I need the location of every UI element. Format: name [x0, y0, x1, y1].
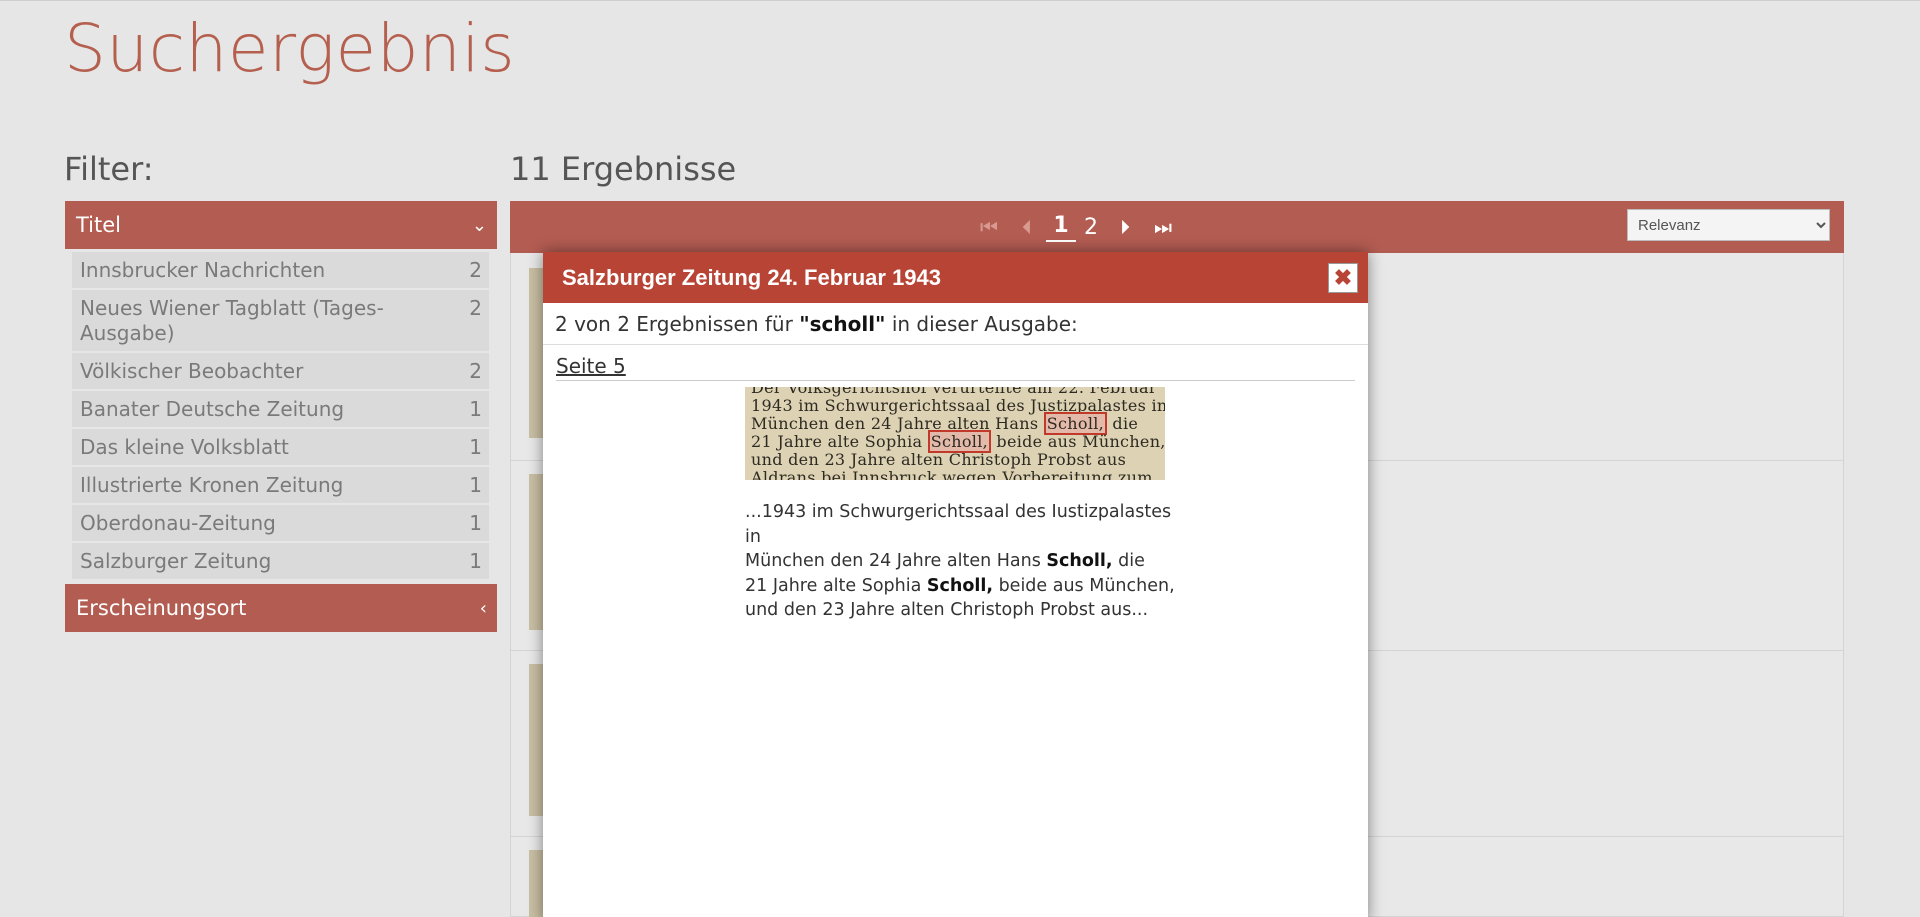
image-line: 21 Jahre alte Sophia Scholl, beide aus M… — [751, 430, 1165, 453]
facet-item-label: Innsbrucker Nachrichten — [80, 258, 326, 282]
chevron-down-icon: ⌄ — [471, 214, 487, 236]
facet-item-count: 2 — [469, 296, 482, 320]
previous-page-icon[interactable]: ⏴ — [1008, 215, 1046, 239]
results-count-heading: 11 Ergebnisse — [510, 150, 737, 188]
search-term: "scholl" — [799, 311, 886, 336]
snippet-line: und den 23 Jahre alten Christoph Probst … — [745, 600, 1149, 620]
result-thumbnail[interactable] — [529, 268, 543, 438]
facet-item-count: 1 — [469, 473, 482, 497]
image-text: die — [1107, 414, 1139, 433]
result-thumbnail[interactable] — [529, 474, 543, 630]
facet-item[interactable]: Oberdonau-Zeitung 1 — [72, 505, 489, 543]
issue-hits-dialog: Salzburger Zeitung 24. Februar 1943 ✖ 2 … — [543, 252, 1368, 917]
snippet-line: ...1943 im Schwurgerichtssaal des Iustiz… — [745, 502, 1172, 547]
snippet-highlight: Scholl, — [926, 575, 993, 596]
result-thumbnail[interactable] — [529, 664, 543, 816]
snippet-text-part: beide aus München, — [993, 575, 1175, 596]
sort-select[interactable]: Relevanz — [1627, 209, 1830, 241]
facet-item-label: Völkischer Beobachter — [80, 359, 304, 383]
facet-item-count: 1 — [469, 397, 482, 421]
image-line: Aldrans bei Innsbruck wegen Vorbereitung… — [751, 468, 1153, 481]
summary-suffix: in dieser Ausgabe: — [885, 311, 1078, 336]
facet-item[interactable]: Neues Wiener Tagblatt (Tages-Ausgabe) 2 — [72, 290, 489, 353]
facet-item[interactable]: Das kleine Volksblatt 1 — [72, 429, 489, 467]
facet-item-label: Das kleine Volksblatt — [80, 435, 289, 459]
snippet-text-part: 21 Jahre alte Sophia — [745, 575, 927, 596]
page-link[interactable]: Seite 5 — [556, 354, 1355, 381]
snippet-text: ...1943 im Schwurgerichtssaal des Iustiz… — [745, 500, 1185, 623]
snippet-highlight: Scholl, — [1046, 551, 1113, 571]
image-text: München den 24 Jahre alten Hans — [751, 414, 1044, 433]
snippet-text-part: München den 24 Jahre alten Hans — [745, 551, 1047, 571]
top-divider — [0, 0, 1920, 1]
snippet-line: München den 24 Jahre alten Hans Scholl, … — [745, 549, 1185, 574]
summary-prefix: 2 von 2 Ergebnissen für — [555, 311, 800, 336]
snippet-text-part: die — [1112, 551, 1145, 571]
facet-item-count: 1 — [469, 549, 482, 573]
hits-summary: 2 von 2 Ergebnissen für "scholl" in dies… — [543, 303, 1368, 345]
close-icon: ✖ — [1333, 264, 1353, 290]
facet-item[interactable]: Völkischer Beobachter 2 — [72, 353, 489, 391]
facet-item-count: 1 — [469, 511, 482, 535]
image-text: 21 Jahre alte Sophia — [751, 432, 928, 451]
page-link-label: Seite 5 — [556, 354, 626, 378]
facet-header-erscheinungsort[interactable]: Erscheinungsort ‹ — [65, 584, 497, 632]
facet-item[interactable]: Banater Deutsche Zeitung 1 — [72, 391, 489, 429]
facet-item-label: Banater Deutsche Zeitung — [80, 397, 345, 421]
facet-item[interactable]: Salzburger Zeitung 1 — [72, 543, 489, 581]
snippet-line: 21 Jahre alte Sophia Scholl, beide aus M… — [745, 574, 1185, 599]
facet-item-label: Salzburger Zeitung — [80, 549, 272, 573]
results-toolbar: ⏮ ⏴ 1 2 ⏵ ⏭ Relevanz — [510, 201, 1844, 253]
page-number[interactable]: 2 — [1076, 215, 1106, 240]
newspaper-snippet-image[interactable]: Der Volksgerichtshof verurteilte am 22. … — [745, 387, 1165, 480]
facet-item-label: Neues Wiener Tagblatt (Tages-Ausgabe) — [80, 296, 384, 345]
next-page-icon[interactable]: ⏵ — [1106, 215, 1144, 239]
first-page-icon[interactable]: ⏮ — [970, 215, 1008, 239]
page-title: Suchergebnis — [64, 10, 516, 87]
dialog-title: Salzburger Zeitung 24. Februar 1943 — [562, 264, 942, 290]
last-page-icon[interactable]: ⏭ — [1144, 215, 1182, 239]
image-line: und den 23 Jahre alten Christoph Probst … — [751, 450, 1127, 469]
facet-header-titel[interactable]: Titel ⌄ — [65, 201, 497, 249]
facet-item[interactable]: Innsbrucker Nachrichten 2 — [72, 252, 489, 290]
facet-item-count: 1 — [469, 435, 482, 459]
filter-heading: Filter: — [64, 150, 154, 188]
dialog-header: Salzburger Zeitung 24. Februar 1943 ✖ — [543, 252, 1368, 303]
close-button[interactable]: ✖ — [1328, 262, 1358, 293]
facet-item-count: 2 — [469, 258, 482, 282]
facet-item-count: 2 — [469, 359, 482, 383]
facet-item-label: Oberdonau-Zeitung — [80, 511, 276, 535]
facet-list-titel: Innsbrucker Nachrichten 2 Neues Wiener T… — [65, 249, 497, 584]
chevron-left-icon: ‹ — [479, 597, 487, 619]
pagination: ⏮ ⏴ 1 2 ⏵ ⏭ — [970, 201, 1182, 253]
result-thumbnail[interactable] — [529, 850, 543, 917]
facet-item[interactable]: Illustrierte Kronen Zeitung 1 — [72, 467, 489, 505]
facet-label: Erscheinungsort — [76, 596, 247, 620]
facet-label: Titel — [76, 213, 122, 237]
image-text: beide aus München, — [991, 432, 1165, 451]
page-number-current[interactable]: 1 — [1046, 213, 1076, 242]
filter-sidebar: Titel ⌄ Innsbrucker Nachrichten 2 Neues … — [65, 201, 497, 632]
facet-item-label: Illustrierte Kronen Zeitung — [80, 473, 344, 497]
